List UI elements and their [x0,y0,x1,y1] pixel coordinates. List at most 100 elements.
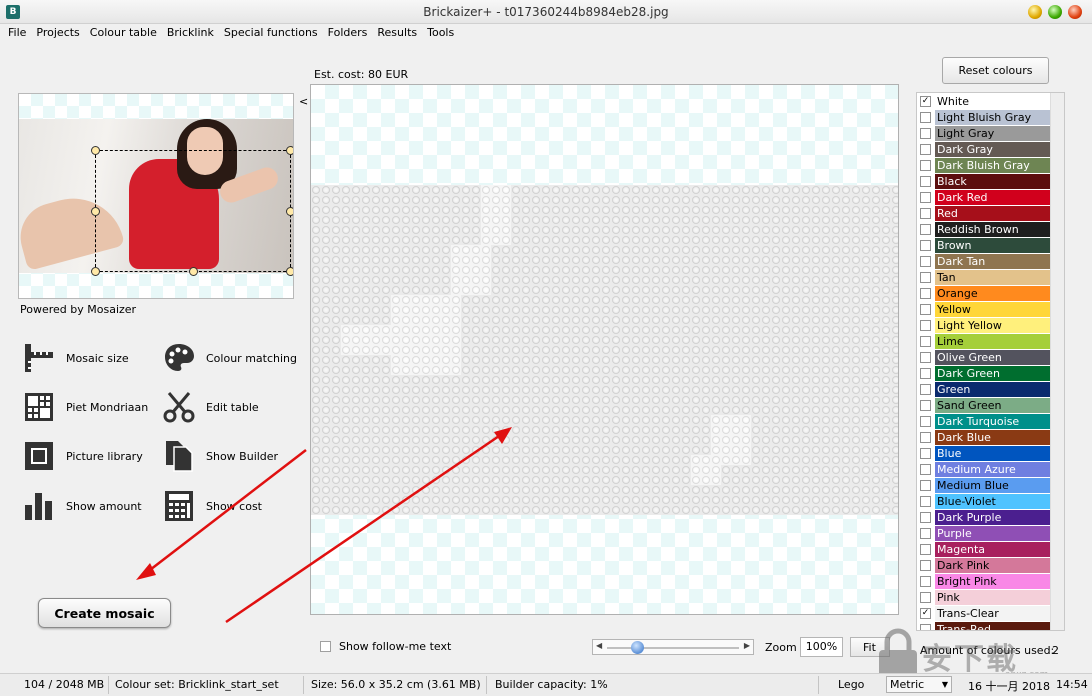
tool-show-amount[interactable]: Show amount [22,489,142,523]
colour-checkbox[interactable] [920,399,931,411]
colour-row[interactable]: Dark Bluish Gray [917,157,1051,173]
tool-show-cost[interactable]: Show cost [162,489,262,523]
colour-row[interactable]: Bright Pink [917,573,1051,589]
crop-handle-left[interactable] [91,207,100,216]
collapse-panel-button[interactable]: < [299,95,308,108]
colour-checkbox[interactable] [920,495,931,507]
colour-row[interactable]: Dark Turquoise [917,413,1051,429]
menu-bricklink[interactable]: Bricklink [167,24,214,42]
zoom-value-field[interactable]: 100% [800,637,843,657]
colour-row[interactable]: Black [917,173,1051,189]
crop-handle-bottom[interactable] [189,267,198,276]
colour-checkbox[interactable] [920,127,931,139]
colour-checkbox[interactable] [920,271,931,283]
close-button[interactable] [1068,5,1082,19]
colour-row[interactable]: Green [917,381,1051,397]
colour-checkbox[interactable] [920,239,931,251]
mosaic-canvas[interactable] [310,84,899,615]
units-select[interactable]: Metric ▼ [886,676,952,693]
colour-checkbox[interactable] [920,463,931,475]
colour-checkbox[interactable] [920,223,931,235]
colour-row[interactable]: Olive Green [917,349,1051,365]
colour-row[interactable]: Dark Blue [917,429,1051,445]
crop-handle-top-left[interactable] [91,146,100,155]
colour-row[interactable]: ✓ Trans-Clear [917,605,1051,621]
colour-checkbox[interactable] [920,111,931,123]
tool-piet-mondriaan[interactable]: Piet Mondriaan [22,390,148,424]
colour-row[interactable]: Brown [917,237,1051,253]
menu-results[interactable]: Results [377,24,417,42]
tool-show-builder[interactable]: Show Builder [162,439,278,473]
colour-checkbox[interactable] [920,623,931,630]
colour-checkbox[interactable] [920,175,931,187]
colour-row[interactable]: Dark Pink [917,557,1051,573]
colour-checkbox[interactable] [920,575,931,587]
colour-row[interactable]: Tan [917,269,1051,285]
colour-checkbox[interactable] [920,143,931,155]
crop-handle-right[interactable] [286,207,293,216]
menu-folders[interactable]: Folders [328,24,368,42]
minimize-button[interactable] [1028,5,1042,19]
colour-checkbox[interactable] [920,287,931,299]
colour-row[interactable]: Medium Azure [917,461,1051,477]
colour-row[interactable]: ✓ White [917,93,1051,109]
crop-handle-top-right[interactable] [286,146,293,155]
follow-me-checkbox[interactable] [320,641,331,652]
colour-checkbox[interactable] [920,415,931,427]
tool-edit-table[interactable]: Edit table [162,390,259,424]
colour-checkbox[interactable] [920,543,931,555]
colour-checkbox[interactable] [920,447,931,459]
menu-tools[interactable]: Tools [427,24,454,42]
tool-colour-matching[interactable]: Colour matching [162,341,297,375]
colour-row[interactable]: Light Bluish Gray [917,109,1051,125]
colour-checkbox[interactable] [920,383,931,395]
zoom-slider[interactable]: ◀ ▶ [592,639,754,655]
colour-row[interactable]: Reddish Brown [917,221,1051,237]
colour-checkbox[interactable] [920,191,931,203]
colour-row[interactable]: Light Yellow [917,317,1051,333]
colour-row[interactable]: Blue [917,445,1051,461]
colour-checkbox[interactable] [920,319,931,331]
colour-row[interactable]: Dark Red [917,189,1051,205]
colour-row[interactable]: Light Gray [917,125,1051,141]
menu-special-functions[interactable]: Special functions [224,24,318,42]
crop-rectangle[interactable] [91,146,293,276]
zoom-thumb[interactable] [630,641,644,654]
colour-row[interactable]: Blue-Violet [917,493,1051,509]
colour-list-scrollbar[interactable] [1050,93,1064,630]
arrow-left-icon[interactable]: ◀ [596,641,602,650]
colour-checkbox[interactable]: ✓ [920,95,931,107]
colour-row[interactable]: Pink [917,589,1051,605]
source-image-preview[interactable] [18,93,294,299]
colour-row[interactable]: Medium Blue [917,477,1051,493]
colour-checkbox[interactable] [920,559,931,571]
colour-row[interactable]: Dark Tan [917,253,1051,269]
colour-checkbox[interactable] [920,367,931,379]
colour-checkbox[interactable] [920,335,931,347]
colour-row[interactable]: Dark Purple [917,509,1051,525]
colour-row[interactable]: Sand Green [917,397,1051,413]
colour-checkbox[interactable] [920,527,931,539]
menu-projects[interactable]: Projects [36,24,79,42]
colour-checkbox[interactable] [920,479,931,491]
menu-file[interactable]: File [8,24,26,42]
arrow-right-icon[interactable]: ▶ [744,641,750,650]
create-mosaic-button[interactable]: Create mosaic [38,598,171,628]
colour-row[interactable]: Red [917,205,1051,221]
tool-picture-library[interactable]: Picture library [22,439,143,473]
colour-checkbox[interactable] [920,351,931,363]
colour-row[interactable]: Purple [917,525,1051,541]
tool-mosaic-size[interactable]: Mosaic size [22,341,129,375]
colour-row[interactable]: Trans-Red [917,621,1051,630]
crop-handle-bottom-left[interactable] [91,267,100,276]
colour-checkbox[interactable] [920,511,931,523]
colour-checkbox[interactable]: ✓ [920,607,931,619]
menu-colour-table[interactable]: Colour table [90,24,157,42]
maximize-button[interactable] [1048,5,1062,19]
colour-row[interactable]: Dark Gray [917,141,1051,157]
colour-row[interactable]: Magenta [917,541,1051,557]
colour-checkbox[interactable] [920,431,931,443]
colour-row[interactable]: Orange [917,285,1051,301]
colour-row[interactable]: Yellow [917,301,1051,317]
colour-checkbox[interactable] [920,591,931,603]
